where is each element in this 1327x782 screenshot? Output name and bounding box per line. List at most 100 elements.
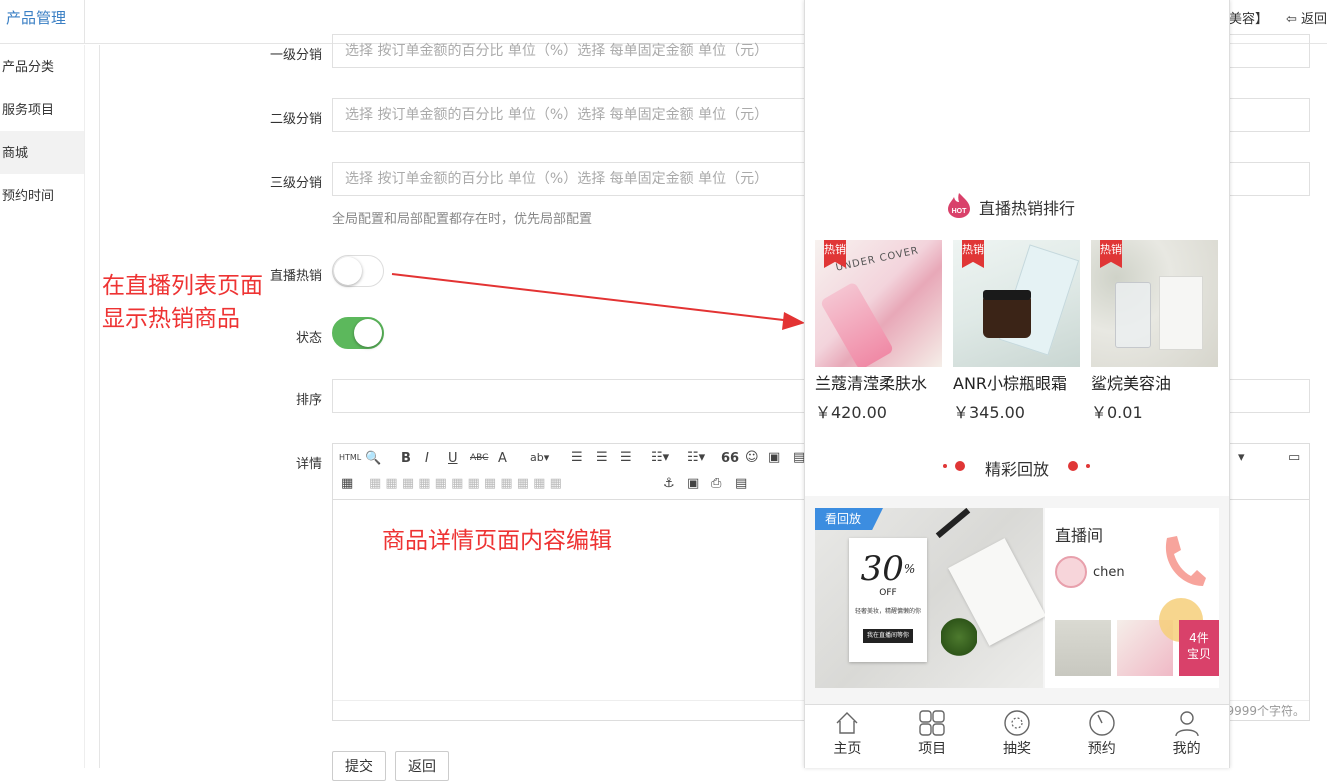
image-icon[interactable]: ▣: [768, 450, 780, 465]
ordered-list-icon[interactable]: ☷▾: [651, 450, 669, 465]
sidebar-item-booking-time[interactable]: 预约时间: [0, 174, 84, 217]
shop-name-partial: 美容】: [1228, 12, 1268, 27]
promo-text: 轻奢美妆，精醒慵懒的你: [854, 608, 921, 615]
host-name: chen: [1093, 565, 1125, 580]
anchor-icon[interactable]: ⚓: [663, 476, 675, 491]
annotation-arrow: [391, 273, 805, 330]
sidebar: 产品分类 服务项目 商城 预约时间: [0, 45, 85, 768]
table-tool-icon: ▦ ▦ ▦ ▦ ▦ ▦ ▦ ▦ ▦ ▦ ▦ ▦: [369, 476, 562, 491]
level2-label: 二级分销: [269, 112, 322, 127]
blockquote-button[interactable]: 66: [721, 451, 739, 466]
config-hint: 全局配置和局部配置都存在时，优先局部配置: [332, 212, 593, 227]
back-link[interactable]: ⇦ 返回: [1286, 8, 1327, 27]
product-image: 热销: [1091, 240, 1218, 367]
html-button[interactable]: HTML: [339, 453, 361, 462]
annotation-detail-edit: 商品详情页面内容编辑: [382, 528, 612, 554]
product-name: 兰蔻清滢柔肤水: [815, 374, 928, 393]
tab-booking[interactable]: 预约: [1059, 705, 1144, 768]
sidebar-item-category[interactable]: 产品分类: [0, 45, 84, 88]
status-label: 状态: [295, 331, 322, 346]
bold-button[interactable]: B: [401, 451, 411, 466]
live-hot-toggle[interactable]: [332, 255, 384, 287]
tab-label: 抽奖: [1002, 741, 1031, 757]
product-card[interactable]: 热销 ANR小棕瓶眼霜 ￥345.00: [953, 240, 1080, 423]
content-divider: [99, 45, 100, 768]
promo-card: 30% OFF 轻奢美妆，精醒慵懒的你 我在直播间等你: [849, 538, 927, 662]
level1-label: 一级分销: [269, 48, 322, 63]
paste-icon[interactable]: ▤: [735, 476, 747, 491]
product-name: ANR小棕瓶眼霜: [953, 374, 1068, 393]
unordered-list-icon[interactable]: ☷▾: [687, 450, 705, 465]
phone-preview: HOT 直播热销排行 UNDER COVER 热销 兰蔻清滢柔肤水 ￥420.0…: [804, 0, 1230, 768]
replay-title: 精彩回放: [984, 460, 1049, 479]
hot-rank-title: 直播热销排行: [978, 199, 1075, 218]
hot-tag: 热销: [1100, 240, 1122, 268]
page-icon[interactable]: ▣: [687, 476, 699, 491]
hot-tag: 热销: [962, 240, 984, 268]
level3-label: 三级分销: [269, 176, 322, 191]
product-card[interactable]: UNDER COVER 热销 兰蔻清滢柔肤水 ￥420.00: [815, 240, 942, 423]
fullscreen-icon[interactable]: ▭: [1288, 450, 1300, 465]
live-room-card[interactable]: 直播间 chen 4件 宝贝: [1045, 508, 1219, 688]
tab-label: 预约: [1087, 741, 1116, 757]
tab-label: 主页: [833, 741, 862, 757]
clock-icon: [1089, 710, 1115, 736]
item-count: 4件: [1189, 631, 1209, 645]
italic-button[interactable]: I: [425, 451, 429, 466]
sidebar-item-mall[interactable]: 商城: [0, 131, 84, 174]
sort-label: 排序: [295, 393, 322, 408]
tab-home[interactable]: 主页: [805, 705, 890, 768]
detail-label: 详情: [295, 457, 322, 472]
annotation-live-list-1: 在直播列表页面: [102, 273, 263, 299]
emoji-icon[interactable]: ☺: [745, 450, 759, 465]
top-right-actions: 美容】 ⇦ 返回: [1229, 8, 1327, 27]
replay-badge: 看回放: [815, 508, 883, 530]
product-price: ￥345.00: [953, 403, 1025, 422]
status-toggle[interactable]: [332, 317, 384, 349]
print-icon[interactable]: ⎙: [711, 476, 721, 491]
promo-off: OFF: [879, 588, 897, 598]
avatar: [1055, 556, 1087, 588]
format-select-chevron-icon[interactable]: ▾: [1238, 450, 1245, 465]
sidebar-item-service[interactable]: 服务项目: [0, 88, 84, 131]
product-card[interactable]: 热销 鲨烷美容油 ￥0.01: [1091, 240, 1218, 423]
annotation-live-list-2: 显示热销商品: [102, 306, 240, 332]
dots-right-icon: [1068, 461, 1090, 471]
tab-projects[interactable]: 项目: [890, 705, 975, 768]
submit-button[interactable]: 提交: [332, 751, 386, 781]
live-room-title: 直播间: [1055, 526, 1104, 545]
toggle-knob: [354, 319, 382, 347]
tab-lottery[interactable]: 抽奖: [975, 705, 1060, 768]
align-left-icon[interactable]: ☰: [571, 450, 583, 465]
preview-icon[interactable]: 🔍: [365, 451, 381, 466]
product-image: 热销: [953, 240, 1080, 367]
font-color-button[interactable]: A: [498, 451, 507, 466]
table-icon[interactable]: ▦: [341, 476, 353, 491]
product-price: ￥420.00: [815, 403, 887, 422]
user-icon: [1174, 711, 1199, 737]
highlight-button[interactable]: ab▾: [530, 451, 549, 464]
tab-label: 项目: [918, 741, 947, 757]
align-center-icon[interactable]: ☰: [596, 450, 608, 465]
replay-cover[interactable]: 看回放 30% OFF 轻奢美妆，精醒慵懒的你 我在直播间等你: [815, 507, 1046, 688]
tab-mine[interactable]: 我的: [1144, 705, 1229, 768]
back-button[interactable]: 返回: [395, 751, 449, 781]
strike-button[interactable]: ABC: [470, 453, 488, 463]
product-image: UNDER COVER 热销: [815, 240, 942, 367]
promo-percent: %: [903, 562, 916, 576]
back-link-label: 返回: [1300, 12, 1327, 27]
item-count-badge: 4件 宝贝: [1179, 620, 1219, 676]
brand-title[interactable]: 产品管理: [0, 0, 85, 44]
replay-section: 看回放 30% OFF 轻奢美妆，精醒慵懒的你 我在直播间等你 直播间 chen: [805, 496, 1229, 704]
promo-number: 30: [860, 549, 904, 589]
align-right-icon[interactable]: ☰: [620, 450, 632, 465]
lottery-icon: [1004, 710, 1030, 736]
product-name: 鲨烷美容油: [1091, 374, 1172, 393]
home-icon: [836, 712, 858, 734]
grid-icon: [919, 710, 945, 736]
product-price: ￥0.01: [1091, 403, 1143, 422]
underline-button[interactable]: U: [448, 451, 458, 466]
tab-label: 我的: [1172, 741, 1201, 757]
phone-tab-bar: 主页 项目 抽奖 预约 我的: [805, 704, 1229, 768]
phone-call-icon: [1165, 536, 1206, 586]
